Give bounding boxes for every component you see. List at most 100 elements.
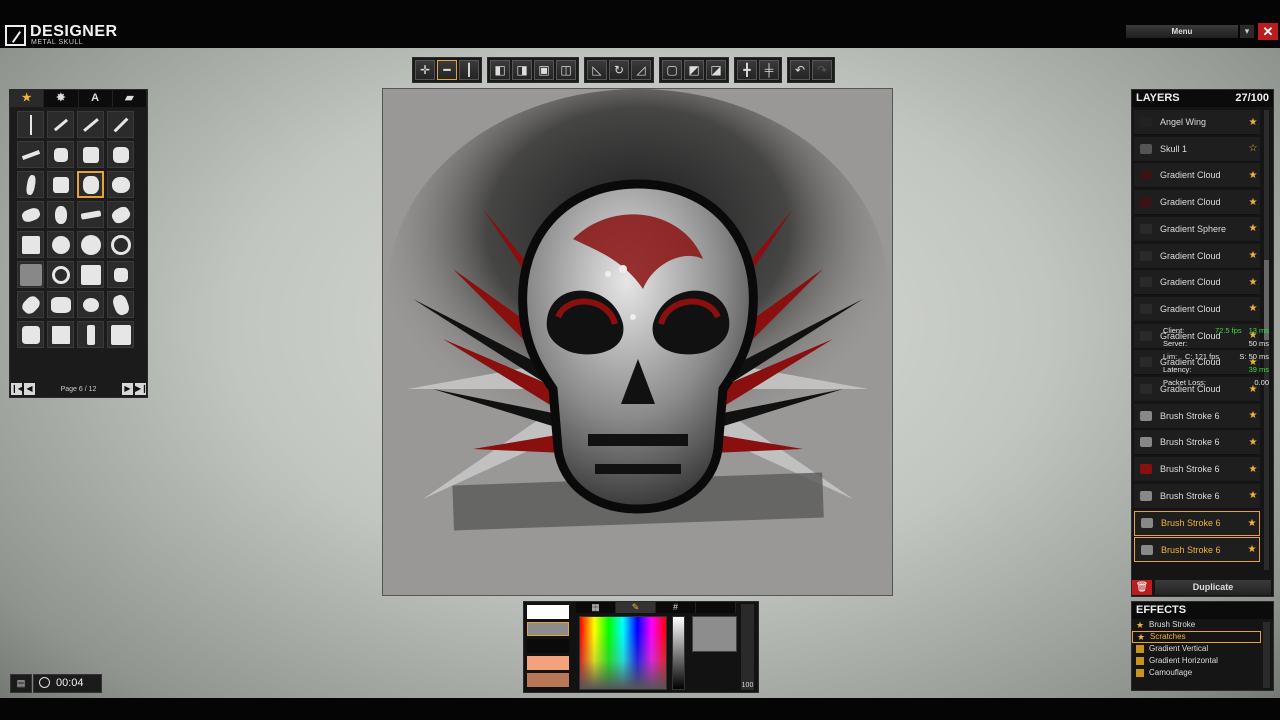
- rotate-icon[interactable]: ↻: [609, 60, 629, 80]
- brush-thumbnail[interactable]: [107, 141, 134, 168]
- star-icon[interactable]: ★: [1246, 117, 1260, 128]
- brush-thumbnail[interactable]: [17, 171, 44, 198]
- undo-icon[interactable]: ↶: [790, 60, 810, 80]
- star-icon[interactable]: ★: [1246, 437, 1260, 448]
- align-split-icon[interactable]: ◫: [556, 60, 576, 80]
- brush-thumbnail[interactable]: [77, 291, 104, 318]
- align-center-icon[interactable]: ▣: [534, 60, 554, 80]
- layer-row[interactable]: Angel Wing ★: [1134, 110, 1260, 135]
- star-icon[interactable]: ★: [1246, 223, 1260, 234]
- chevron-down-icon[interactable]: ▾: [1240, 25, 1254, 38]
- grid-icon[interactable]: ▦: [576, 602, 616, 613]
- brush-thumbnail[interactable]: [77, 141, 104, 168]
- brush-thumbnail[interactable]: [107, 261, 134, 288]
- effect-item[interactable]: ★ Scratches: [1132, 631, 1261, 643]
- color-tab-hex[interactable]: #: [656, 602, 696, 613]
- chat-icon[interactable]: ▤: [10, 674, 32, 693]
- text-icon[interactable]: A: [78, 90, 113, 107]
- brush-thumbnail[interactable]: [77, 231, 104, 258]
- skew-left-icon[interactable]: ◺: [587, 60, 607, 80]
- star-icon[interactable]: ★: [1246, 277, 1260, 288]
- layer-row[interactable]: Brush Stroke 6 ★: [1134, 430, 1260, 456]
- brush-thumbnail[interactable]: [77, 171, 104, 198]
- brush-thumbnail[interactable]: [47, 291, 74, 318]
- brush-thumbnail[interactable]: [47, 111, 74, 138]
- star-icon[interactable]: ★: [1246, 490, 1260, 501]
- effects-scrollbar[interactable]: [1263, 622, 1270, 688]
- brush-thumbnail[interactable]: [77, 261, 104, 288]
- effect-item[interactable]: ★ Brush Stroke: [1132, 619, 1261, 631]
- folder-icon[interactable]: ▰: [112, 90, 147, 107]
- color-swatch[interactable]: [527, 639, 569, 653]
- brush-thumbnail[interactable]: [47, 261, 74, 288]
- color-tab-hex[interactable]: [696, 602, 736, 613]
- layer-row[interactable]: Brush Stroke 6 ★: [1134, 537, 1260, 563]
- trash-icon[interactable]: 🗑: [1132, 580, 1152, 595]
- star-icon[interactable]: ★: [10, 90, 45, 107]
- star-icon[interactable]: ★: [1246, 197, 1260, 208]
- color-swatch[interactable]: [527, 656, 569, 670]
- flip-horizontal-icon[interactable]: ╋: [737, 60, 757, 80]
- star-icon[interactable]: ★: [1245, 518, 1259, 529]
- first-page-icon[interactable]: ❙◀: [11, 383, 24, 395]
- last-page-icon[interactable]: ▶❙: [135, 383, 148, 395]
- layer-row[interactable]: Gradient Cloud ★: [1134, 243, 1260, 269]
- layer-row[interactable]: Brush Stroke 6 ★: [1134, 483, 1260, 509]
- vertical-line-icon[interactable]: ┃: [459, 60, 479, 80]
- color-swatch[interactable]: [527, 622, 569, 636]
- brush-thumbnail[interactable]: [17, 201, 44, 228]
- star-icon[interactable]: ☆: [1246, 143, 1260, 154]
- brush-thumbnail[interactable]: [107, 111, 134, 138]
- layer-row[interactable]: Brush Stroke 6 ★: [1134, 510, 1260, 536]
- brush-thumbnail[interactable]: [17, 111, 44, 138]
- brush-thumbnail[interactable]: [107, 231, 134, 258]
- layer-back-icon[interactable]: ◪: [706, 60, 726, 80]
- layer-row[interactable]: Brush Stroke 6 ★: [1134, 457, 1260, 483]
- layer-flip-icon[interactable]: ◩: [684, 60, 704, 80]
- redo-icon[interactable]: ↷: [812, 60, 832, 80]
- layer-row[interactable]: Gradient Cloud ★: [1134, 270, 1260, 296]
- star-icon[interactable]: ★: [1246, 303, 1260, 314]
- eyedropper-icon[interactable]: ✎: [616, 602, 656, 613]
- brush-thumbnail[interactable]: [77, 111, 104, 138]
- layer-front-icon[interactable]: ▢: [662, 60, 682, 80]
- effect-item[interactable]: Camouflage: [1132, 667, 1261, 679]
- horizontal-line-icon[interactable]: ━: [437, 60, 457, 80]
- design-canvas[interactable]: [382, 88, 893, 596]
- brush-thumbnail[interactable]: [77, 201, 104, 228]
- brush-thumbnail[interactable]: [47, 171, 74, 198]
- splat-icon[interactable]: ✸: [44, 90, 79, 107]
- color-spectrum-picker[interactable]: [579, 616, 667, 690]
- menu-button[interactable]: Menu: [1126, 25, 1238, 38]
- brush-thumbnail[interactable]: [17, 141, 44, 168]
- layer-row[interactable]: Gradient Sphere ★: [1134, 216, 1260, 242]
- layer-row[interactable]: Gradient Cloud ★: [1134, 163, 1260, 189]
- star-icon[interactable]: ★: [1246, 464, 1260, 475]
- brush-thumbnail[interactable]: [107, 171, 134, 198]
- brush-thumbnail[interactable]: [47, 201, 74, 228]
- star-icon[interactable]: ★: [1245, 544, 1259, 555]
- close-icon[interactable]: ✕: [1258, 23, 1278, 40]
- brush-thumbnail[interactable]: [47, 321, 74, 348]
- effect-item[interactable]: Gradient Vertical: [1132, 643, 1261, 655]
- brush-thumbnail[interactable]: [47, 141, 74, 168]
- prev-page-icon[interactable]: ◀: [24, 383, 35, 395]
- brush-thumbnail[interactable]: [107, 291, 134, 318]
- brush-thumbnail[interactable]: [17, 291, 44, 318]
- star-icon[interactable]: ★: [1246, 170, 1260, 181]
- layer-row[interactable]: Skull 1 ☆: [1134, 136, 1260, 162]
- brush-thumbnail[interactable]: [107, 201, 134, 228]
- align-top-right-icon[interactable]: ◨: [512, 60, 532, 80]
- layer-row[interactable]: Brush Stroke 6 ★: [1134, 403, 1260, 429]
- brush-thumbnail[interactable]: [17, 261, 44, 288]
- brush-thumbnail[interactable]: [17, 321, 44, 348]
- flip-vertical-icon[interactable]: ╪: [759, 60, 779, 80]
- brush-thumbnail[interactable]: [47, 231, 74, 258]
- brightness-slider[interactable]: [672, 616, 685, 690]
- skew-right-icon[interactable]: ◿: [631, 60, 651, 80]
- layer-row[interactable]: Gradient Cloud ★: [1134, 190, 1260, 216]
- star-icon[interactable]: ★: [1246, 250, 1260, 261]
- brush-thumbnail[interactable]: [107, 321, 134, 348]
- color-swatch[interactable]: [527, 673, 569, 687]
- opacity-slider[interactable]: [741, 604, 754, 690]
